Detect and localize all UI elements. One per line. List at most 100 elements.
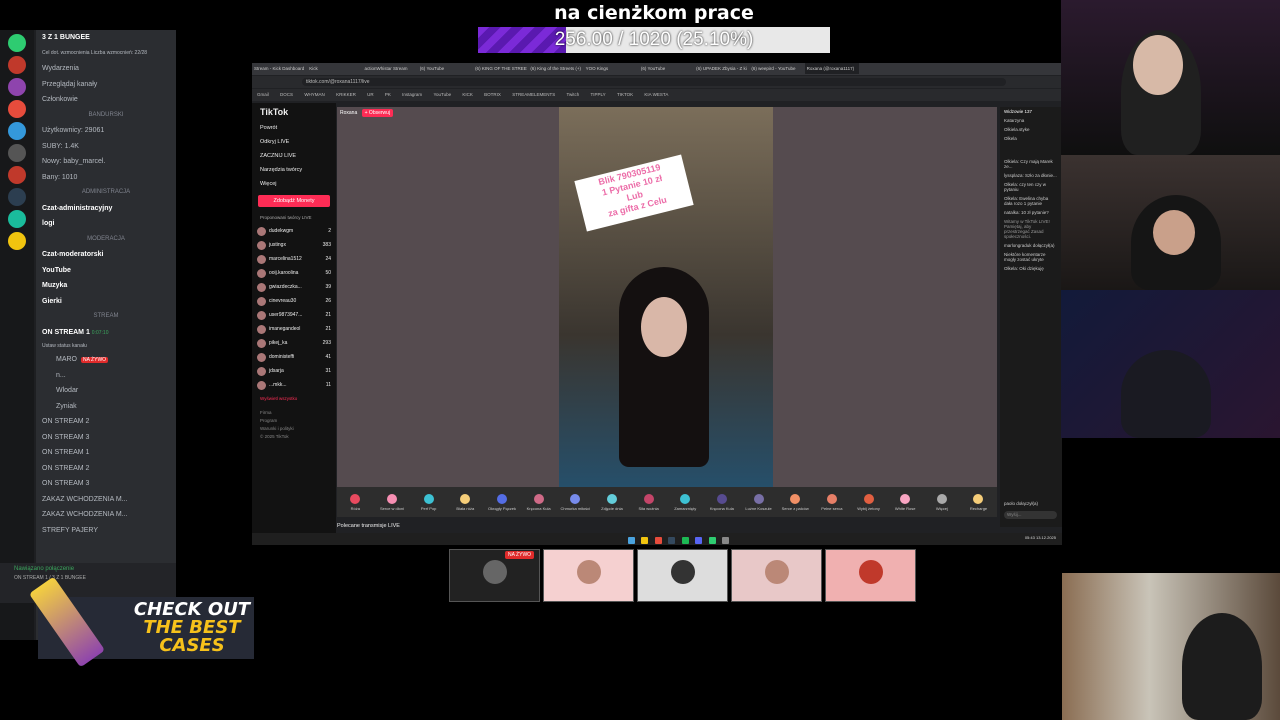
gift-item[interactable]: Zamarznięty (670, 493, 700, 511)
bookmark[interactable]: STREAMELEMENTS (512, 92, 555, 97)
steam-icon[interactable] (668, 537, 676, 544)
creator-item[interactable]: justingx 383 (252, 238, 336, 252)
chrome-icon[interactable] (654, 537, 662, 544)
bookmark[interactable]: TIKTOK (617, 92, 633, 97)
creator-item[interactable]: jdsarja 31 (252, 364, 336, 378)
stat-users[interactable]: Użytkownicy: 29061 (36, 123, 176, 139)
channel-status[interactable]: Ustaw status kanału (36, 340, 176, 352)
url-input[interactable]: tiktok.com/@roxana1117/live (302, 78, 1006, 86)
stream-thumbnail[interactable] (825, 549, 916, 602)
voice-channel[interactable]: ZAKAZ WCHODZENIA M... (36, 507, 176, 523)
top-viewer[interactable]: Katarzyna (1000, 116, 1062, 125)
gift-item[interactable]: White Rose (890, 493, 920, 511)
gift-item[interactable]: Wybij żetony (854, 493, 884, 511)
creator-item[interactable]: ...mkk... 11 (252, 378, 336, 392)
browser-tab[interactable]: (6) YouTube (639, 63, 693, 74)
bookmark[interactable]: Twitch (566, 92, 579, 97)
server-icon[interactable] (8, 122, 26, 140)
footer-link[interactable]: Warunki i polityki (260, 425, 328, 433)
browser-tab[interactable]: Stream - Kick Dashboard (252, 63, 306, 74)
creator-item[interactable]: cinevreau30 26 (252, 294, 336, 308)
gift-item[interactable]: Okrągły Pączek (487, 493, 517, 511)
channel-logs[interactable]: logi (36, 216, 176, 232)
browser-tab[interactable]: YOO Kings (584, 63, 638, 74)
browser-tab[interactable]: (6) UPADEK Zbysia - Z ki (694, 63, 748, 74)
channel-mod-chat[interactable]: Czat-moderatorski (36, 247, 176, 263)
gift-item[interactable]: Serce z palców (780, 493, 810, 511)
explorer-icon[interactable] (641, 537, 649, 544)
follow-button[interactable]: + Obserwuj (361, 109, 394, 117)
nav-members[interactable]: Członkowie (36, 92, 176, 108)
nav-creator-tools[interactable]: Narzędzia twórcy (252, 163, 336, 177)
voice-channel[interactable]: ON STREAM 2 (36, 461, 176, 477)
voice-member[interactable]: MARO NA ŻYWO (36, 352, 176, 368)
obs-icon[interactable] (722, 537, 730, 544)
browser-tab[interactable]: (6) weepird - YouTube (749, 63, 803, 74)
voice-channel[interactable]: ON STREAM 3 (36, 430, 176, 446)
server-icon[interactable] (8, 34, 26, 52)
discord-icon[interactable] (695, 537, 703, 544)
stream-thumbnail[interactable] (543, 549, 634, 602)
browser-tab[interactable]: (6) KING OF THE STREETS (473, 63, 527, 74)
nav-browse-channels[interactable]: Przeglądaj kanały (36, 77, 176, 93)
tiktok-logo[interactable]: TikTok (252, 103, 336, 121)
stream-thumbnail[interactable] (637, 549, 728, 602)
category-moderation[interactable]: MODERACJA (36, 232, 176, 248)
gift-item[interactable]: Perf Pop (414, 493, 444, 511)
voice-member[interactable]: Zyniak (36, 399, 176, 415)
server-icon[interactable] (8, 188, 26, 206)
stat-new[interactable]: Nowy: baby_marcel. (36, 154, 176, 170)
browser-tab-active[interactable]: Roxana (@roxana1117) (804, 63, 859, 74)
spotify-icon[interactable] (681, 537, 689, 544)
creator-item[interactable]: marcelina1512 24 (252, 252, 336, 266)
bookmark[interactable]: Gmail (257, 92, 269, 97)
voice-channel-active[interactable]: ON STREAM 1 0:07:10 (36, 325, 176, 341)
nav-events[interactable]: Wydarzenia (36, 61, 176, 77)
footer-link[interactable]: Firma (260, 409, 328, 417)
voice-channel[interactable]: ON STREAM 3 (36, 476, 176, 492)
gift-item[interactable]: Pełne serca (817, 493, 847, 511)
category-stream[interactable]: STREAM (36, 309, 176, 325)
browser-tab[interactable]: Kick (307, 63, 361, 74)
cases-promo-banner[interactable]: CHECK OUT THE BEST CASES (28, 576, 254, 668)
bookmark[interactable]: UR (367, 92, 374, 97)
server-icon[interactable] (8, 232, 26, 250)
server-icon[interactable] (8, 166, 26, 184)
gift-item[interactable]: Więcej (927, 493, 957, 511)
channel-admin-chat[interactable]: Czat-administracyjny (36, 201, 176, 217)
gift-item[interactable]: Biała róża (450, 493, 480, 511)
server-icon[interactable] (8, 78, 26, 96)
category-bandurski[interactable]: BANDURSKI (36, 108, 176, 124)
gift-item[interactable]: Róża (340, 493, 370, 511)
server-icon[interactable] (8, 56, 26, 74)
voice-status[interactable]: Nawiązano połączenie (0, 563, 176, 575)
voice-channel[interactable]: STREFY PAJERY (36, 523, 176, 539)
server-icon[interactable] (8, 144, 26, 162)
creator-item[interactable]: ooij.karoolina 50 (252, 266, 336, 280)
creator-item[interactable]: user9873947... 21 (252, 308, 336, 322)
server-name[interactable]: 3 Z 1 BUNGEE (36, 30, 176, 46)
gift-item[interactable]: Siła woźnia (634, 493, 664, 511)
voice-member[interactable]: n... (36, 368, 176, 384)
nav-discover-live[interactable]: Odkryj LIVE (252, 135, 336, 149)
top-viewer[interactable]: Olkela (1000, 134, 1062, 143)
show-all-link[interactable]: Wyświetl wszystko (252, 392, 336, 405)
nav-more[interactable]: Więcej (252, 177, 336, 191)
voice-channel[interactable]: ON STREAM 2 (36, 414, 176, 430)
gift-item[interactable]: Chmurka miłości (560, 493, 590, 511)
bookmark[interactable]: WHYMAN (304, 92, 325, 97)
nav-start-live[interactable]: ZACZNIJ LIVE (252, 149, 336, 163)
bookmark[interactable]: PK (385, 92, 391, 97)
gift-item[interactable]: Kręcona Kula (707, 493, 737, 511)
server-icon[interactable] (8, 210, 26, 228)
browser-tab[interactable]: actionWhistar Stream (363, 63, 417, 74)
gift-item[interactable]: Serce w dłoni (377, 493, 407, 511)
bookmark[interactable]: TIPPLY (591, 92, 606, 97)
channel-music[interactable]: Muzyka (36, 278, 176, 294)
server-icon[interactable] (8, 100, 26, 118)
footer-link[interactable]: Program (260, 417, 328, 425)
creator-item[interactable]: dudekwgm 2 (252, 224, 336, 238)
nav-back[interactable]: Powrót (252, 121, 336, 135)
bookmark[interactable]: YouTube (433, 92, 451, 97)
voice-member[interactable]: Wlodar (36, 383, 176, 399)
